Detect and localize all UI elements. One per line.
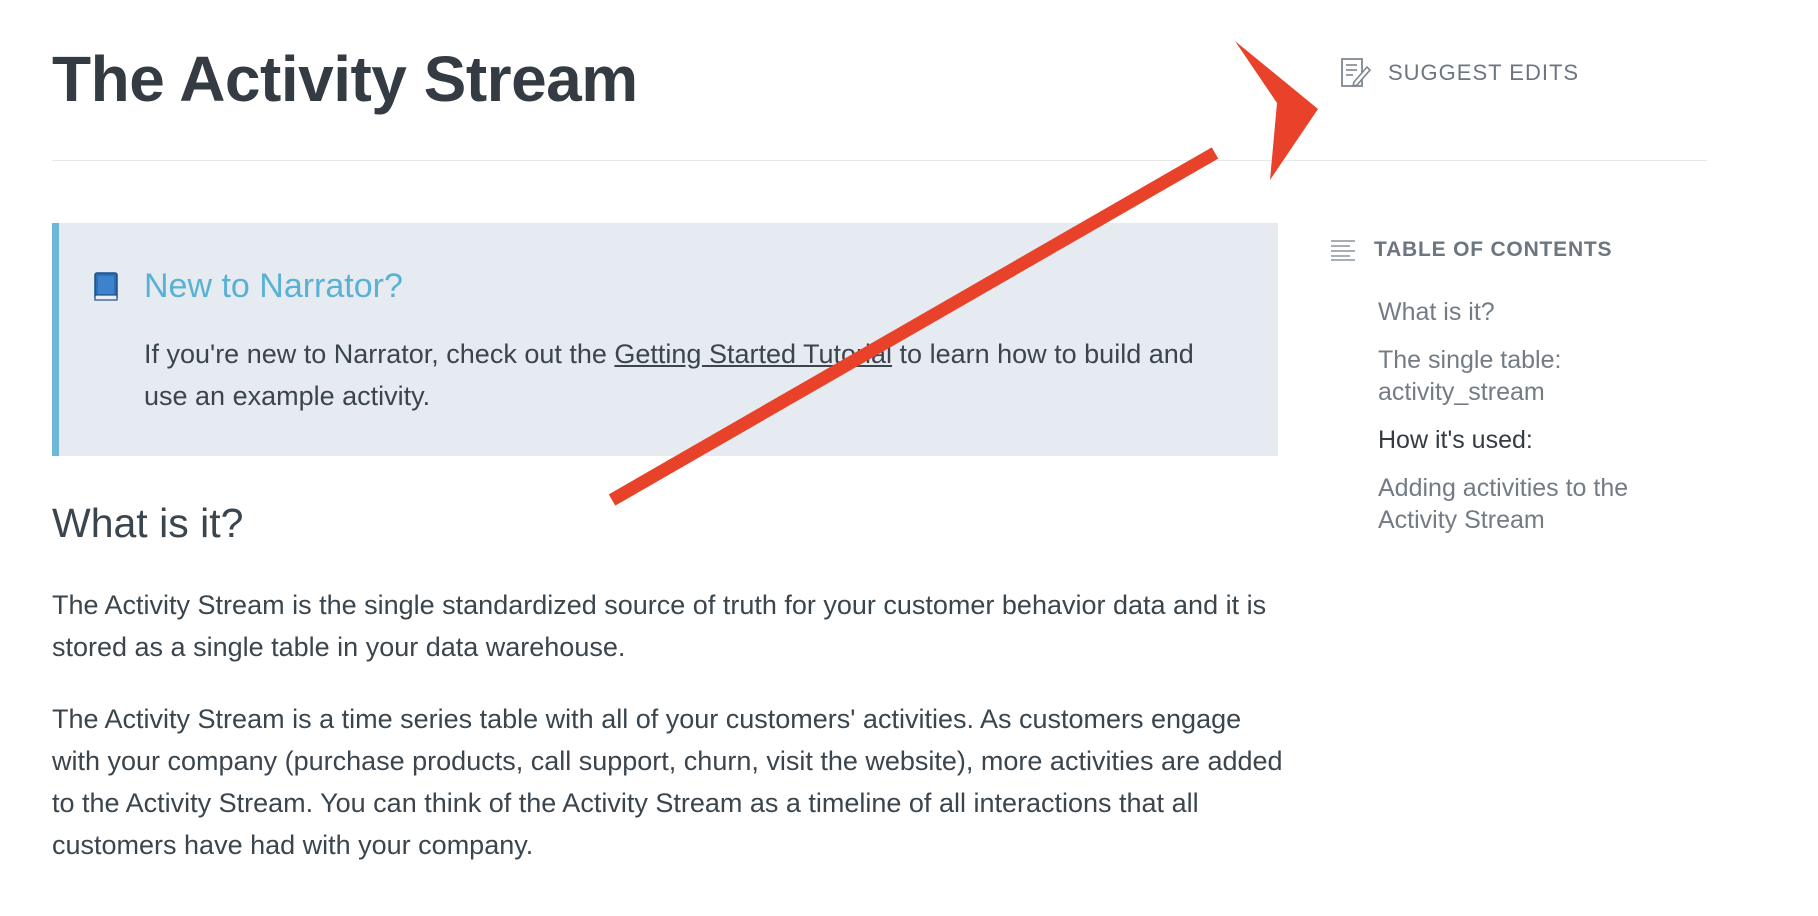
blue-book-icon — [94, 272, 118, 301]
callout-text: If you're new to Narrator, check out the… — [144, 333, 1204, 417]
paragraph: The Activity Stream is the single standa… — [52, 590, 1267, 662]
list-lines-icon — [1331, 240, 1355, 261]
toc-header: TABLE OF CONTENTS — [1330, 238, 1612, 262]
page-title: The Activity Stream — [52, 43, 638, 115]
header-divider — [52, 160, 1707, 161]
toc-item-single-table[interactable]: The single table: activity_stream — [1378, 344, 1708, 408]
toc-title: TABLE OF CONTENTS — [1374, 238, 1613, 261]
callout-text-before: If you're new to Narrator, check out the — [144, 339, 615, 369]
edit-document-icon — [1341, 58, 1372, 88]
paragraph: The Activity Stream is a time series tab… — [52, 704, 1283, 860]
toc-item-how-its-used[interactable]: How it's used: — [1378, 424, 1708, 456]
suggest-edits-label: SUGGEST EDITS — [1388, 60, 1580, 85]
getting-started-tutorial-link[interactable]: Getting Started Tutorial — [614, 339, 892, 369]
toc-item-what-is-it[interactable]: What is it? — [1378, 296, 1708, 328]
callout-box: New to Narrator? If you're new to Narrat… — [52, 223, 1278, 456]
suggest-edits-button[interactable]: SUGGEST EDITS — [1340, 56, 1579, 90]
toc-list: What is it? The single table: activity_s… — [1378, 296, 1708, 552]
section-heading-what-is-it: What is it? — [52, 500, 244, 546]
callout-title: New to Narrator? — [144, 267, 403, 305]
toc-item-adding-activities[interactable]: Adding activities to the Activity Stream — [1378, 472, 1708, 536]
